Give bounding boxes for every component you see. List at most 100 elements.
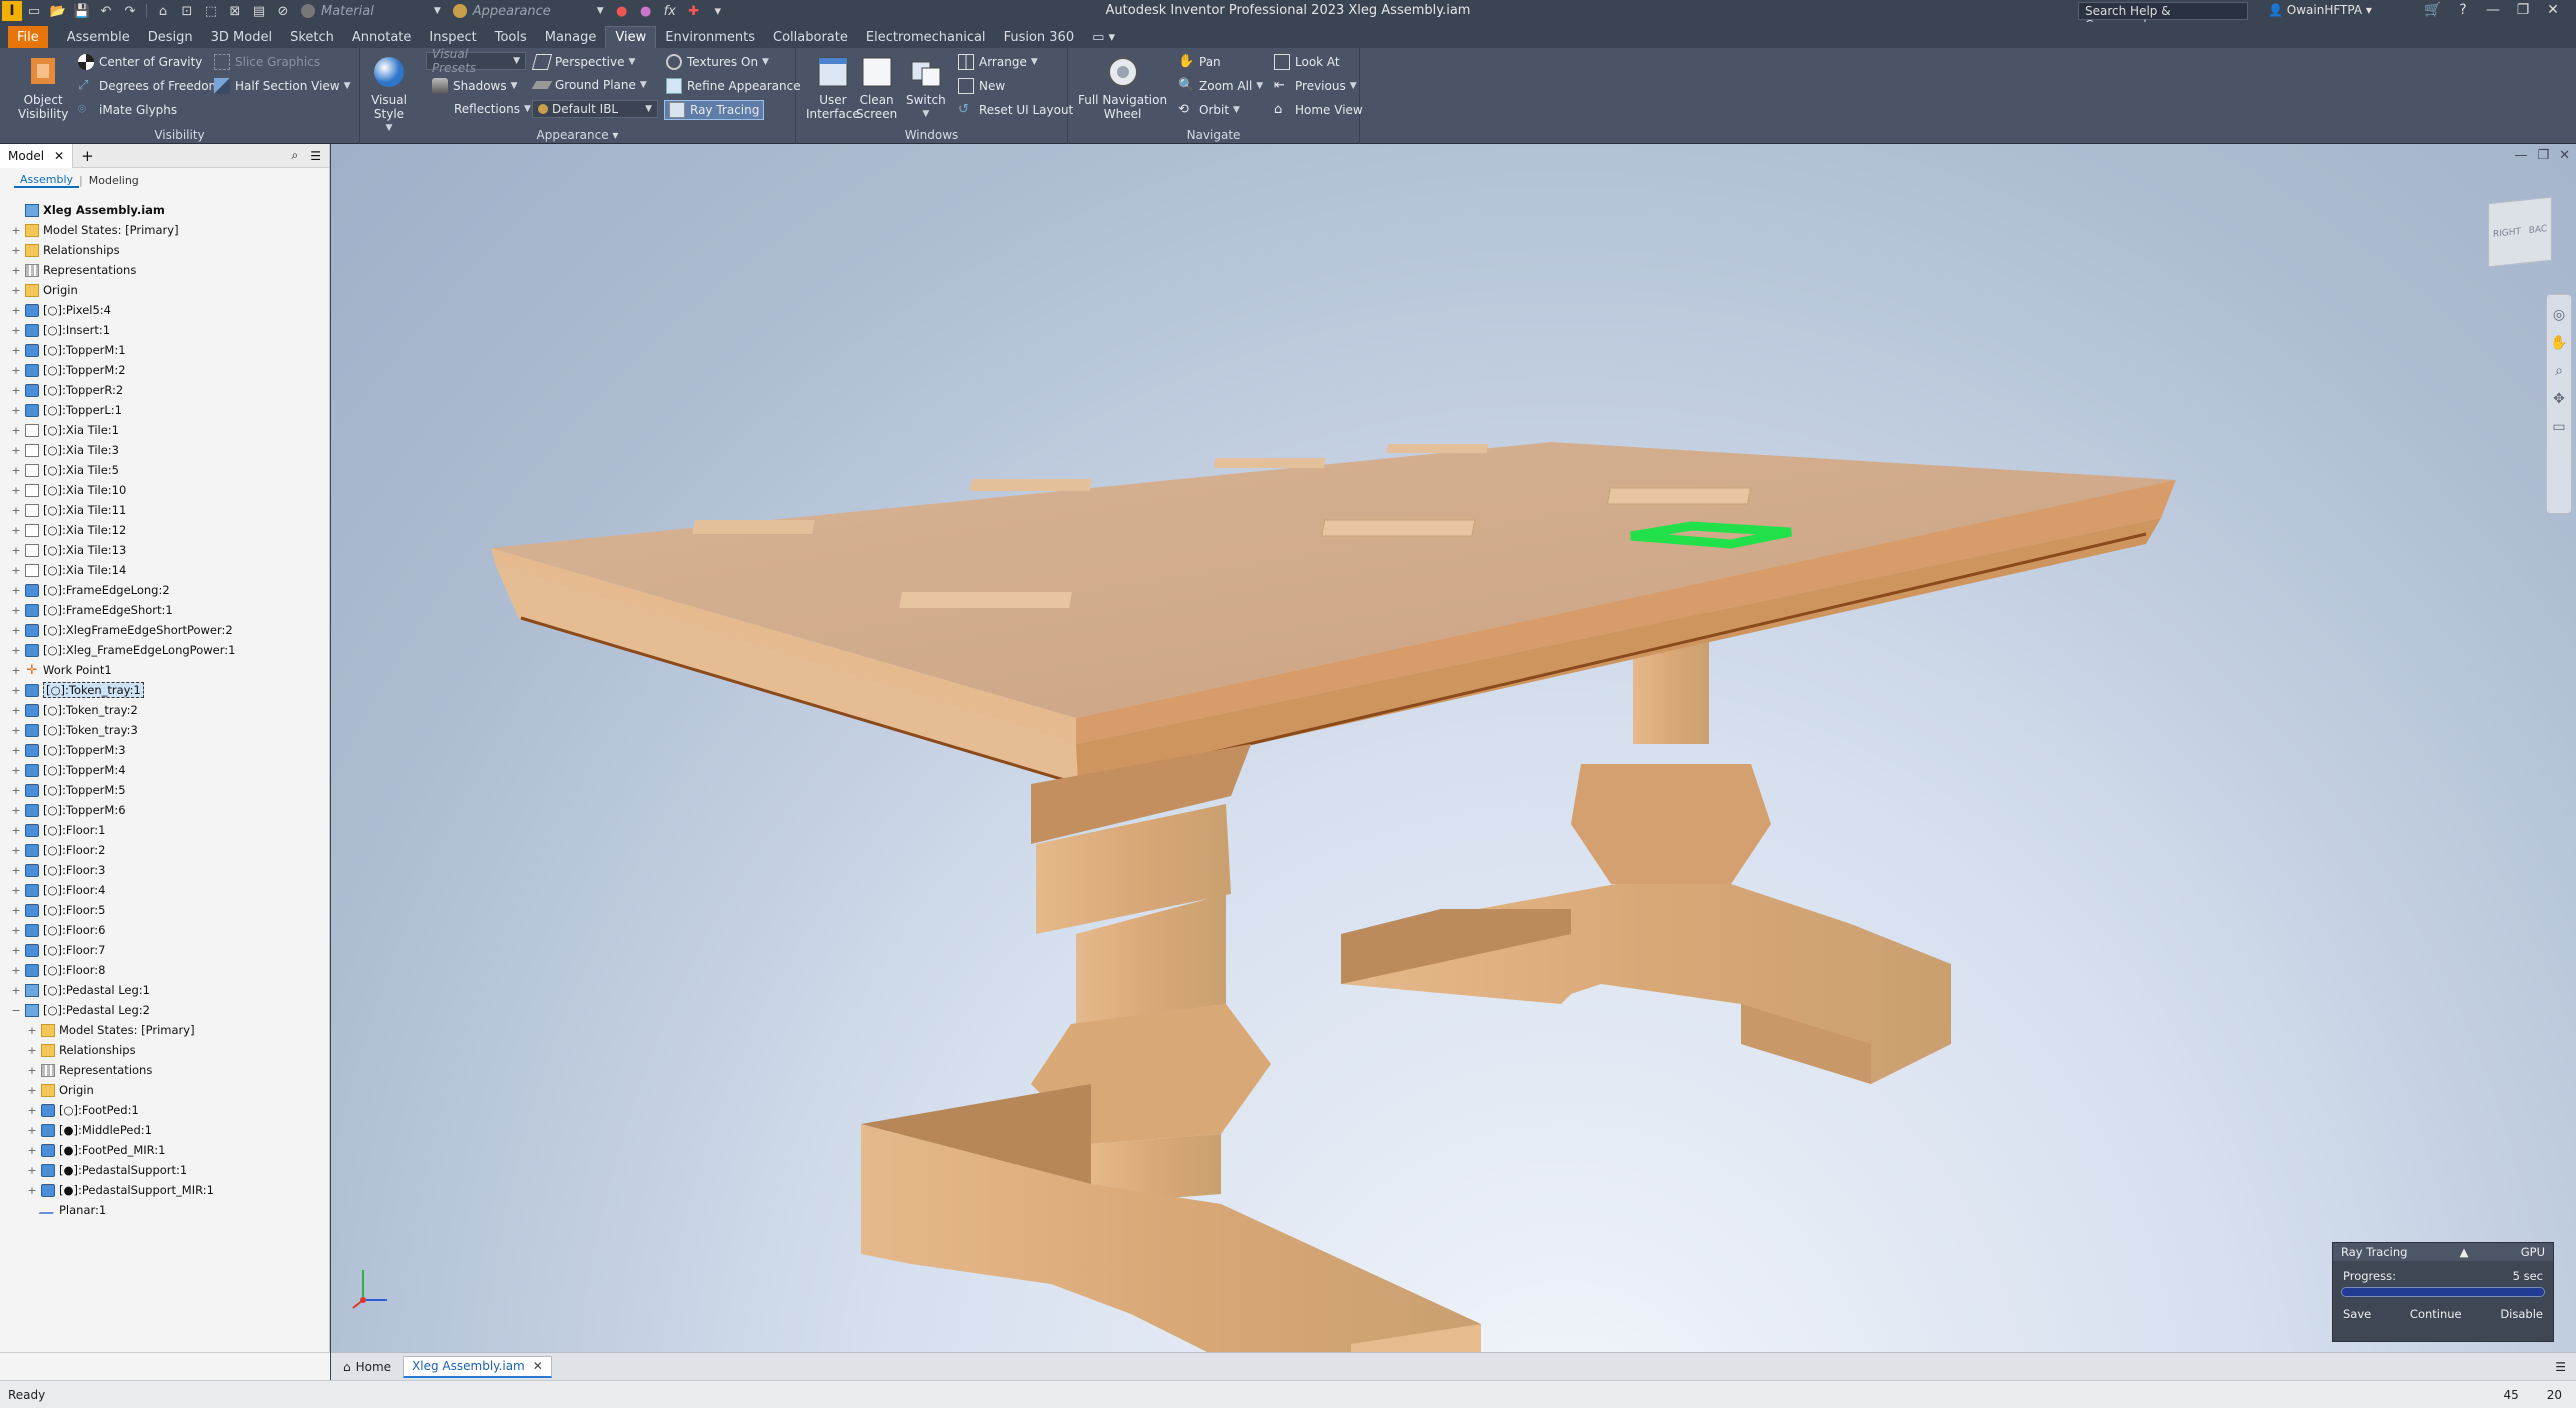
browser-node[interactable]: + [○]:Pedastal Leg:1 <box>10 980 150 1000</box>
browser-node[interactable]: + [○]:Xia Tile:3 <box>10 440 119 460</box>
expand-icon[interactable]: + <box>10 664 22 677</box>
browser-node[interactable]: + [●]:MiddlePed:1 <box>26 1120 152 1140</box>
slice-graphics-button[interactable]: Slice Graphics <box>214 54 320 70</box>
home-icon[interactable]: ⌂ <box>151 1 175 21</box>
expand-icon[interactable]: + <box>10 624 22 637</box>
ray-tracing-mode[interactable]: GPU <box>2521 1245 2545 1259</box>
browser-node[interactable]: + Representations <box>26 1060 152 1080</box>
clean-screen-button[interactable]: Clean Screen <box>856 54 897 121</box>
expand-icon[interactable]: + <box>26 1144 38 1157</box>
expand-icon[interactable]: + <box>10 464 22 477</box>
expand-icon[interactable]: + <box>26 1084 38 1097</box>
tab-annotate[interactable]: Annotate <box>343 26 420 48</box>
expand-icon[interactable]: + <box>10 724 22 737</box>
redo-icon[interactable]: ↷ <box>118 1 142 21</box>
browser-node[interactable]: Planar:1 <box>26 1200 106 1220</box>
no-entry-icon[interactable]: ⊘ <box>271 1 295 21</box>
browser-node[interactable]: + [○]:Floor:1 <box>10 820 105 840</box>
browser-tab-model[interactable]: Model ✕ <box>0 143 74 168</box>
browser-node[interactable]: + [○]:Token_tray:2 <box>10 700 137 720</box>
home-view-button[interactable]: ⌂ Home View <box>1274 102 1363 118</box>
expand-icon[interactable]: + <box>10 804 22 817</box>
expand-icon[interactable]: + <box>10 704 22 717</box>
browser-node[interactable]: − [○]:Pedastal Leg:2 <box>10 1000 150 1020</box>
expand-icon[interactable]: + <box>10 644 22 657</box>
expand-icon[interactable]: + <box>10 584 22 597</box>
browser-node[interactable]: + Origin <box>26 1080 93 1100</box>
home-tab[interactable]: ⌂ Home <box>335 1356 399 1378</box>
browser-node[interactable]: + [○]:Insert:1 <box>10 320 110 340</box>
browser-node[interactable]: + [○]:FootPed:1 <box>26 1100 138 1120</box>
visual-presets-combo[interactable]: Visual Presets ▼ <box>426 47 526 75</box>
browser-node[interactable]: + [●]:FootPed_MIR:1 <box>26 1140 165 1160</box>
look-at-button[interactable]: Look At <box>1274 54 1340 70</box>
browser-node[interactable]: + Model States: [Primary] <box>26 1020 194 1040</box>
browser-node[interactable]: + [○]:Floor:2 <box>10 840 105 860</box>
browser-node[interactable]: + [○]:TopperM:5 <box>10 780 125 800</box>
browser-node[interactable]: + [○]:Xia Tile:11 <box>10 500 126 520</box>
add-browser-tab-icon[interactable]: + <box>81 147 94 165</box>
material-combo[interactable]: Material ▼ <box>295 2 447 20</box>
browser-node[interactable]: + Relationships <box>10 240 119 260</box>
continue-render-button[interactable]: Continue <box>2410 1307 2462 1321</box>
tab-environments[interactable]: Environments <box>656 26 764 48</box>
front-pedestal[interactable] <box>861 744 1481 1352</box>
tab-sketch[interactable]: Sketch <box>281 26 343 48</box>
expand-icon[interactable]: + <box>10 484 22 497</box>
ray-tracing-button[interactable]: Ray Tracing <box>664 100 765 120</box>
browser-node[interactable]: + [○]:Floor:5 <box>10 900 105 920</box>
undo-icon[interactable]: ↶ <box>94 1 118 21</box>
ribbon-options-icon[interactable]: ▭ ▾ <box>1083 26 1124 48</box>
collapse-icon[interactable]: ▲ <box>2460 1245 2469 1259</box>
expand-icon[interactable]: + <box>26 1124 38 1137</box>
return-icon[interactable]: ⊡ <box>175 1 199 21</box>
expand-icon[interactable]: + <box>10 284 22 297</box>
browser-node[interactable]: + [○]:FrameEdgeLong:2 <box>10 580 169 600</box>
expand-icon[interactable]: + <box>10 524 22 537</box>
expand-icon[interactable]: + <box>10 824 22 837</box>
expand-icon[interactable]: + <box>10 844 22 857</box>
add-icon[interactable]: ✚ <box>682 1 706 21</box>
expand-icon[interactable]: + <box>26 1064 38 1077</box>
graphics-viewport[interactable]: — ❐ ✕ RIGHT BAC ◎ ✋ ⌕ ✥ ▭ Ray Tracing ▲ … <box>331 144 2576 1352</box>
browser-node[interactable]: + Origin <box>10 280 77 300</box>
expand-icon[interactable]: + <box>10 684 22 697</box>
expand-icon[interactable]: + <box>10 504 22 517</box>
close-icon[interactable]: ✕ <box>533 1359 543 1373</box>
expand-icon[interactable]: + <box>10 864 22 877</box>
expand-icon[interactable]: + <box>26 1164 38 1177</box>
expand-icon[interactable]: + <box>10 264 22 277</box>
reflections-button[interactable]: Reflections ▼ <box>454 102 531 116</box>
zoom-all-button[interactable]: 🔍 Zoom All ▼ <box>1178 78 1263 94</box>
expand-icon[interactable]: + <box>10 244 22 257</box>
browser-node[interactable]: + [○]:Xia Tile:1 <box>10 420 119 440</box>
select-icon[interactable]: ⬚ <box>199 1 223 21</box>
ibl-combo[interactable]: Default IBL ▼ <box>532 100 658 118</box>
orbit-button[interactable]: ⟲ Orbit ▼ <box>1178 102 1240 118</box>
expand-icon[interactable]: + <box>10 744 22 757</box>
expand-icon[interactable] <box>10 204 22 216</box>
ground-plane-button[interactable]: Ground Plane ▼ <box>531 78 647 92</box>
expand-icon[interactable]: + <box>10 884 22 897</box>
appearance-palette-icon[interactable]: ● <box>610 1 634 21</box>
modeling-mode-tab[interactable]: Modeling <box>83 174 145 187</box>
browser-node[interactable]: + [●]:PedastalSupport:1 <box>26 1160 187 1180</box>
expand-icon[interactable]: + <box>10 444 22 457</box>
browser-node[interactable]: + [○]:Floor:8 <box>10 960 105 980</box>
tab-tools[interactable]: Tools <box>486 26 536 48</box>
help-icon[interactable]: ? <box>2448 2 2478 18</box>
expand-icon[interactable]: + <box>10 384 22 397</box>
expand-icon[interactable]: + <box>10 324 22 337</box>
close-icon[interactable]: ✕ <box>54 149 64 163</box>
browser-node[interactable]: + [○]:TopperM:3 <box>10 740 125 760</box>
degrees-of-freedom-button[interactable]: ⤢ Degrees of Freedom <box>78 78 220 94</box>
tab-manage[interactable]: Manage <box>536 26 606 48</box>
expand-icon[interactable]: + <box>10 784 22 797</box>
search-icon[interactable]: ⌕ <box>292 148 299 163</box>
expand-icon[interactable]: + <box>26 1024 38 1037</box>
browser-node[interactable]: + [○]:Xleg_FrameEdgeLongPower:1 <box>10 640 235 660</box>
browser-node[interactable]: + [●]:PedastalSupport_MIR:1 <box>26 1180 214 1200</box>
save-render-button[interactable]: Save <box>2343 1307 2371 1321</box>
close-button[interactable]: ✕ <box>2538 2 2568 18</box>
appearance-panel-label[interactable]: Appearance ▾ <box>360 128 795 142</box>
